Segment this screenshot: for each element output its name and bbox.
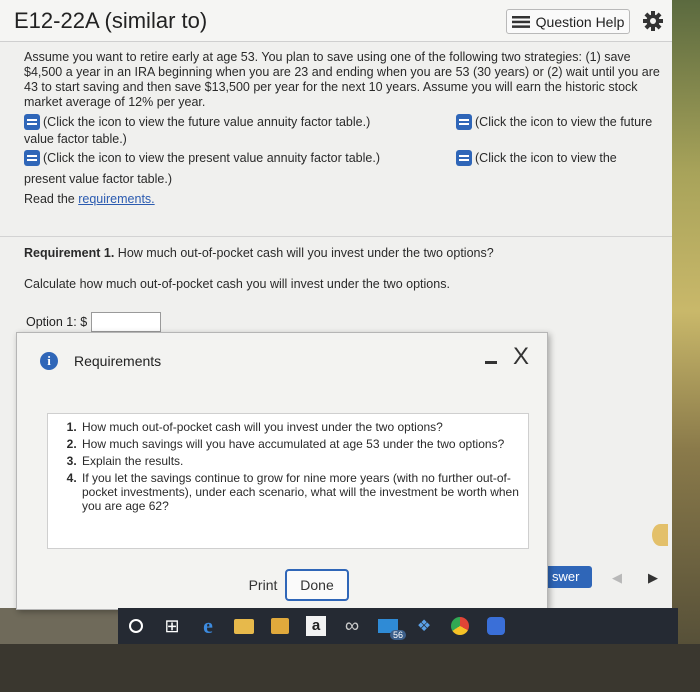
requirements-list-box: How much out-of-pocket cash will you inv… [47,413,529,549]
requirement-item: Explain the results. [80,454,528,468]
question-help-button[interactable]: Question Help [506,9,630,34]
option-1-input[interactable] [91,312,162,332]
fv-annuity-link[interactable]: (Click the icon to view the future value… [24,114,370,130]
close-button[interactable]: X [513,345,529,369]
read-requirements: Read the requirements. [24,192,155,206]
dropbox-icon[interactable]: ❖ [406,608,442,644]
requirements-list: How much out-of-pocket cash will you inv… [48,414,528,513]
next-arrow-icon[interactable]: ▶ [648,570,658,586]
dialog-title: Requirements [74,353,162,369]
print-button[interactable]: Print [239,571,287,599]
option-1-row: Option 1: $ [26,312,162,332]
mail-badge: 56 [389,630,406,640]
table-icon[interactable] [24,114,40,130]
amazon-icon[interactable]: a [298,608,334,644]
requirement-item: How much savings will you have accumulat… [80,437,528,451]
factor-links-row-2: (Click the icon to view the present valu… [24,150,664,170]
requirement-item: If you let the savings continue to grow … [80,471,528,513]
list-icon [511,15,530,28]
store-icon[interactable] [262,608,298,644]
dialog-header: i Requirements X [17,333,547,383]
prev-arrow-icon[interactable]: ◀ [612,570,622,586]
problem-section: Assume you want to retire early at age 5… [24,50,664,207]
requirements-dialog: i Requirements X How much out-of-pocket … [16,332,548,610]
cortana-icon[interactable] [118,608,154,644]
table-icon[interactable] [456,114,472,130]
minimize-button[interactable] [485,355,499,364]
option-1-label: Option 1: $ [26,315,88,329]
table-icon[interactable] [456,150,472,166]
fv-factor-link[interactable]: (Click the icon to view the future [456,114,652,130]
minimize-icon [485,361,497,364]
browser-content: E12-22A (similar to) Question Help Assum… [0,0,672,610]
gear-icon[interactable] [642,10,664,32]
requirement-1-question: Requirement 1. How much out-of-pocket ca… [24,246,494,260]
task-view-icon[interactable]: ⊞ [154,608,190,644]
requirement-1-instruction: Calculate how much out-of-pocket cash yo… [24,277,450,291]
edge-icon[interactable]: e [190,608,226,644]
page-title: E12-22A (similar to) [14,8,208,33]
check-answer-button[interactable]: swer [548,566,592,588]
requirement-item: How much out-of-pocket cash will you inv… [80,420,528,434]
pv-factor-link-cont: present value factor table.) [24,172,172,186]
pv-factor-link[interactable]: (Click the icon to view the [456,150,617,166]
question-help-label: Question Help [535,13,625,30]
windows-taskbar: ⊞ e a ∞ 56 ❖ [118,608,678,644]
problem-text: Assume you want to retire early at age 5… [24,50,660,109]
section-divider [0,236,672,237]
factor-links-row-1: (Click the icon to view the future value… [24,110,664,132]
pv-annuity-link[interactable]: (Click the icon to view the present valu… [24,150,380,166]
chrome-icon[interactable] [442,608,478,644]
header-bar: E12-22A (similar to) Question Help [0,0,672,42]
done-button[interactable]: Done [285,569,349,601]
table-icon[interactable] [24,150,40,166]
monitor-bezel [0,644,700,692]
infinity-app-icon[interactable]: ∞ [334,608,370,644]
mail-icon[interactable]: 56 [370,608,406,644]
requirements-link[interactable]: requirements. [78,192,154,206]
video-app-icon[interactable] [478,608,514,644]
side-tab[interactable] [652,524,668,546]
fv-factor-link-cont: value factor table.) [24,132,127,146]
info-icon: i [40,352,58,370]
file-explorer-icon[interactable] [226,608,262,644]
